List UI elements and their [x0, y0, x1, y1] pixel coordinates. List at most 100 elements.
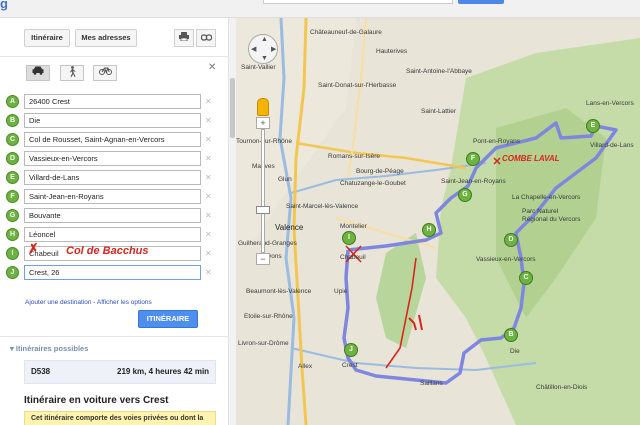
search-input[interactable]	[263, 0, 453, 4]
town-label: Chabeuil	[340, 254, 366, 261]
remove-icon[interactable]: ✕	[205, 230, 212, 239]
routes-title-label: Itinéraires possibles	[15, 344, 89, 353]
town-label: Bourg-de-Péage	[356, 168, 404, 175]
remove-icon[interactable]: ✕	[205, 192, 212, 201]
panel-scrollbar[interactable]	[228, 18, 236, 425]
print-icon[interactable]	[174, 29, 194, 47]
waypoint-a-field[interactable]: 26400 Crest	[24, 94, 201, 109]
zoom-out-button[interactable]: −	[256, 253, 270, 265]
divider	[0, 336, 228, 337]
town-label: Saint-Donat-sur-l'Herbasse	[318, 82, 397, 89]
zoom-in-button[interactable]: +	[256, 117, 270, 129]
itinerary-button[interactable]: ITINÉRAIRE	[138, 310, 198, 328]
remove-icon[interactable]: ✕	[205, 211, 212, 220]
map-pin-d[interactable]: D	[504, 233, 518, 247]
waypoint-row: F Saint-Jean-en-Royans ✕	[6, 189, 220, 205]
route-name: D538	[31, 367, 51, 376]
pan-control-icon[interactable]: ▲ ▼ ◀ ▶	[248, 34, 278, 64]
town-label: Etoile-sur-Rhône	[244, 313, 293, 320]
zoom-slider-thumb[interactable]	[256, 206, 270, 214]
car-icon[interactable]	[26, 65, 50, 81]
remove-icon[interactable]: ✕	[205, 116, 212, 125]
town-label: Die	[510, 348, 520, 355]
town-label: Saint-Lattier	[421, 108, 457, 115]
drive-title: Itinéraire en voiture vers Crest	[24, 395, 169, 406]
town-label: Guilherand-Granges	[238, 240, 297, 247]
town-label: Saint-Vallier	[241, 64, 276, 71]
waypoint-row: J Crest, 26 ✕	[6, 265, 220, 281]
town-label: Châtillon-en-Diois	[536, 384, 588, 391]
pegman-icon[interactable]	[257, 98, 269, 116]
add-destination-link[interactable]: Ajouter une destination - Afficher les o…	[25, 299, 152, 306]
remove-icon[interactable]: ✕	[205, 135, 212, 144]
map-pin-e[interactable]: E	[586, 119, 600, 133]
town-label: Saint-Antoine-l'Abbaye	[406, 68, 472, 75]
remove-icon[interactable]: ✕	[205, 249, 212, 258]
waypoint-e-field[interactable]: Villard-de-Lans	[24, 170, 201, 185]
town-label: La Chapelle-en-Vercors	[512, 194, 581, 201]
waypoint-g-field[interactable]: Bouvante	[24, 208, 201, 223]
remove-icon[interactable]: ✕	[205, 97, 212, 106]
town-label: Allex	[298, 363, 313, 370]
town-label: Lans-en-Vercors	[586, 100, 634, 107]
marker-b-icon: B	[6, 114, 19, 127]
town-label: Glun	[278, 176, 292, 183]
marker-h-icon: H	[6, 228, 19, 241]
town-label: Livron-sur-Drôme	[238, 340, 289, 347]
town-label: Saillans	[420, 380, 443, 387]
map-pin-f[interactable]: F	[466, 152, 480, 166]
waypoint-d-field[interactable]: Vassieux-en-Vercors	[24, 151, 201, 166]
map-pin-c[interactable]: C	[519, 271, 533, 285]
tab-my-addresses[interactable]: Mes adresses	[75, 29, 137, 47]
waypoint-f-field[interactable]: Saint-Jean-en-Royans	[24, 189, 201, 204]
town-label: Vassieux-en-Vercors	[476, 256, 536, 263]
map-pin-i[interactable]: I	[342, 231, 356, 245]
close-icon[interactable]: ✕	[208, 62, 216, 73]
map[interactable]: Châteauneuf-de-Galaure Hauterives Saint-…	[236, 18, 640, 425]
link-icon[interactable]	[196, 29, 216, 47]
town-label: Crest	[342, 362, 358, 369]
remove-icon[interactable]: ✕	[205, 268, 212, 277]
waypoint-row: C Col de Rousset, Saint-Agnan-en-Vercors…	[6, 132, 220, 148]
waypoint-row: E Villard-de-Lans ✕	[6, 170, 220, 186]
town-label: Beaumont-lès-Valence	[246, 288, 312, 295]
route-option[interactable]: D538 219 km, 4 heures 42 min	[24, 360, 216, 384]
map-pin-h[interactable]: H	[422, 223, 436, 237]
strike-mark-icon: ✗	[27, 240, 40, 257]
marker-g-icon: G	[6, 209, 19, 222]
park-label: Parc Naturel Régional du Vercors	[522, 208, 581, 223]
search-button[interactable]	[458, 0, 504, 4]
waypoint-c-field[interactable]: Col de Rousset, Saint-Agnan-en-Vercors	[24, 132, 201, 147]
map-pin-g[interactable]: G	[458, 188, 472, 202]
divider	[0, 56, 228, 57]
town-label: Saint-Marcel-lès-Valence	[286, 203, 359, 210]
route-stats: 219 km, 4 heures 42 min	[117, 367, 210, 376]
handwritten-annotation: Col de Bacchus	[66, 245, 149, 257]
map-pin-a[interactable]: B	[504, 328, 518, 342]
walk-icon[interactable]	[60, 65, 84, 81]
waypoint-row: A 26400 Crest ✕	[6, 94, 220, 110]
zoom-slider-track[interactable]	[261, 129, 265, 253]
waypoint-h-field[interactable]: Léoncel	[24, 227, 201, 242]
remove-icon[interactable]: ✕	[205, 173, 212, 182]
marker-e-icon: E	[6, 171, 19, 184]
tab-itinerary[interactable]: Itinéraire	[24, 29, 70, 47]
routes-title[interactable]: ▾ Itinéraires possibles	[10, 344, 88, 353]
marker-c-icon: C	[6, 133, 19, 146]
town-label: Romans-sur-Isère	[328, 153, 381, 160]
marker-j-icon: J	[6, 266, 19, 279]
scrollbar-thumb[interactable]	[230, 78, 235, 138]
remove-icon[interactable]: ✕	[205, 154, 212, 163]
town-label: Saint-Jean-en-Royans	[441, 178, 506, 185]
marker-a-icon: A	[6, 95, 19, 108]
waypoint-j-field[interactable]: Crest, 26	[24, 265, 201, 280]
town-label: Châteauneuf-de-Galaure	[310, 29, 382, 36]
map-pin-j[interactable]: J	[344, 343, 358, 357]
bike-icon[interactable]	[93, 65, 117, 81]
town-label: Villard-de-Lans	[590, 142, 634, 149]
motorway-a49	[295, 141, 467, 170]
waypoint-b-field[interactable]: Die	[24, 113, 201, 128]
town-label: Hauterives	[376, 48, 408, 55]
directions-panel: Itinéraire Mes adresses ✕ A 26400 Crest …	[0, 18, 236, 425]
top-bar: g	[0, 0, 640, 18]
